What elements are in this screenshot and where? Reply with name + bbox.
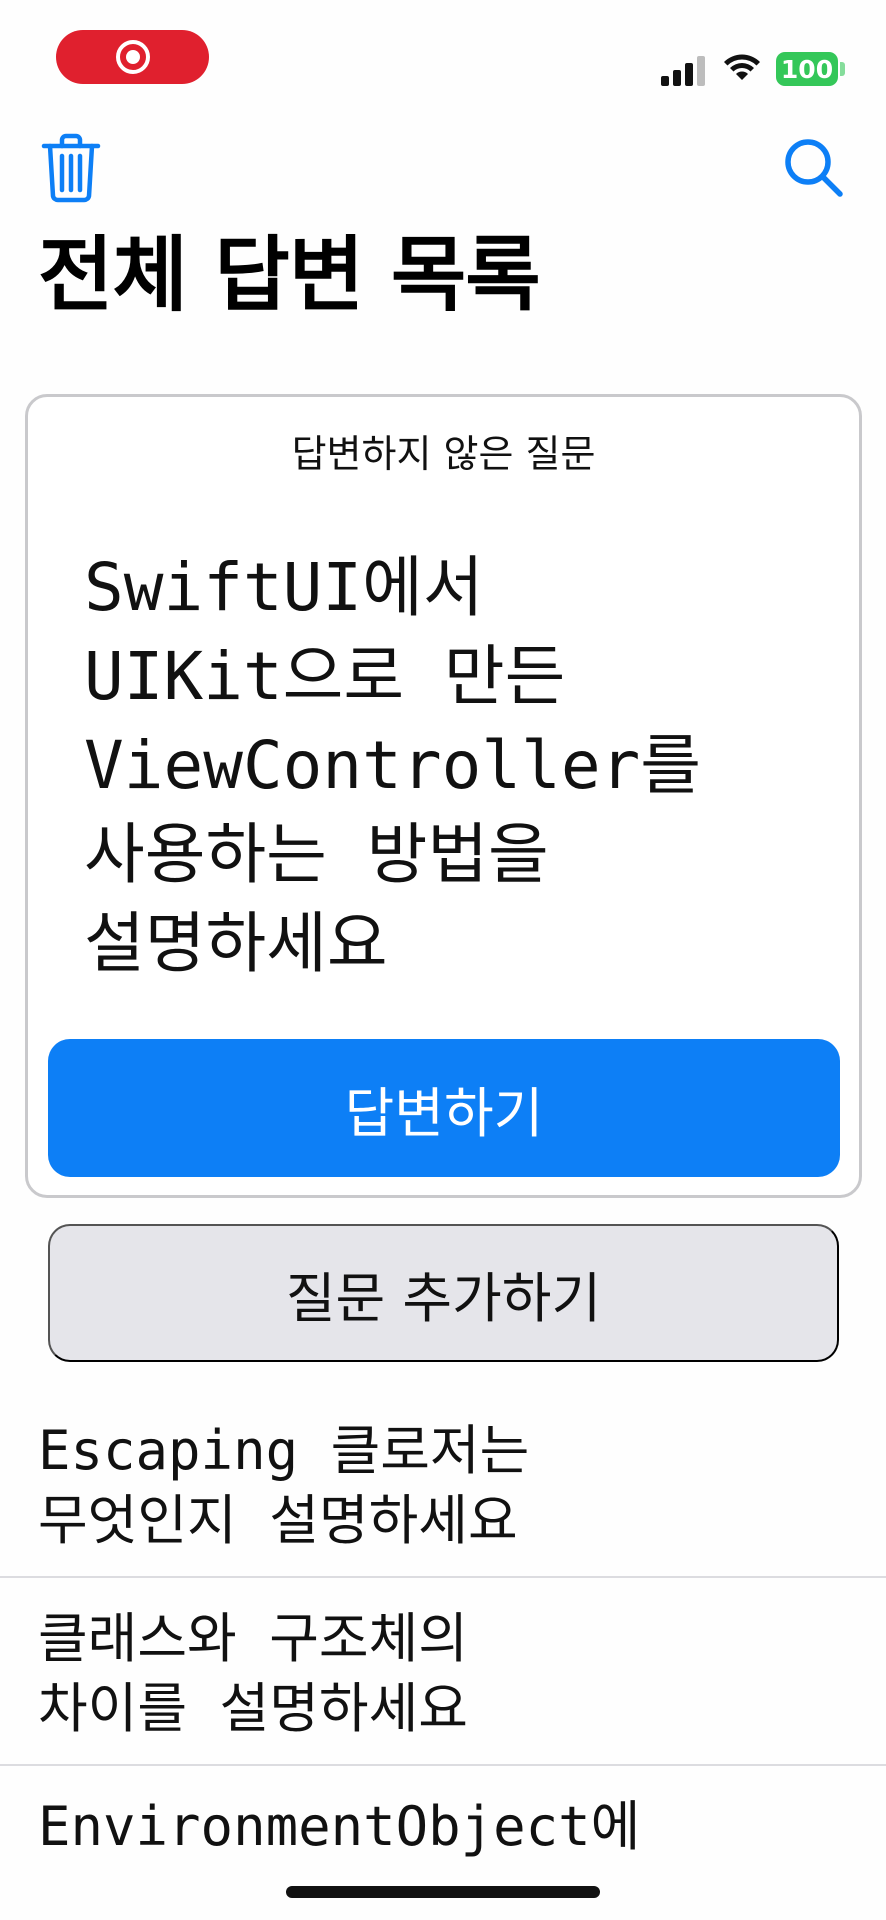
list-item[interactable]: Escaping 클로저는 무엇인지 설명하세요	[0, 1396, 886, 1578]
trash-icon[interactable]	[40, 132, 102, 204]
screen: 100 전체 답변 목록 답변하지 않은 질문 SwiftUI에서 UIKit으…	[0, 0, 886, 1920]
battery-level: 100	[780, 54, 834, 84]
unanswered-question-text: SwiftUI에서 UIKit으로 만든 ViewController를 사용하…	[84, 549, 702, 982]
answer-button[interactable]: 답변하기	[48, 1039, 840, 1177]
card-caption: 답변하지 않은 질문	[291, 432, 596, 476]
wifi-icon	[724, 54, 760, 80]
battery-tip	[840, 62, 845, 76]
list-item[interactable]: EnvironmentObject에	[0, 1766, 886, 1882]
screen-recording-indicator[interactable]	[56, 30, 209, 84]
screen-recording-icon	[115, 40, 150, 74]
unanswered-question-card: 답변하지 않은 질문 SwiftUI에서 UIKit으로 만든 ViewCont…	[25, 394, 862, 1198]
answer-list: Escaping 클로저는 무엇인지 설명하세요 클래스와 구조체의 차이를 설…	[0, 1396, 886, 1882]
add-question-button[interactable]: 질문 추가하기	[48, 1224, 839, 1362]
home-indicator[interactable]	[286, 1886, 600, 1898]
battery-indicator: 100	[776, 52, 838, 86]
list-item[interactable]: 클래스와 구조체의 차이를 설명하세요	[0, 1578, 886, 1766]
status-bar: 100	[0, 0, 886, 110]
page-title: 전체 답변 목록	[38, 228, 541, 323]
cellular-signal-icon	[661, 56, 705, 86]
search-icon[interactable]	[782, 136, 846, 200]
